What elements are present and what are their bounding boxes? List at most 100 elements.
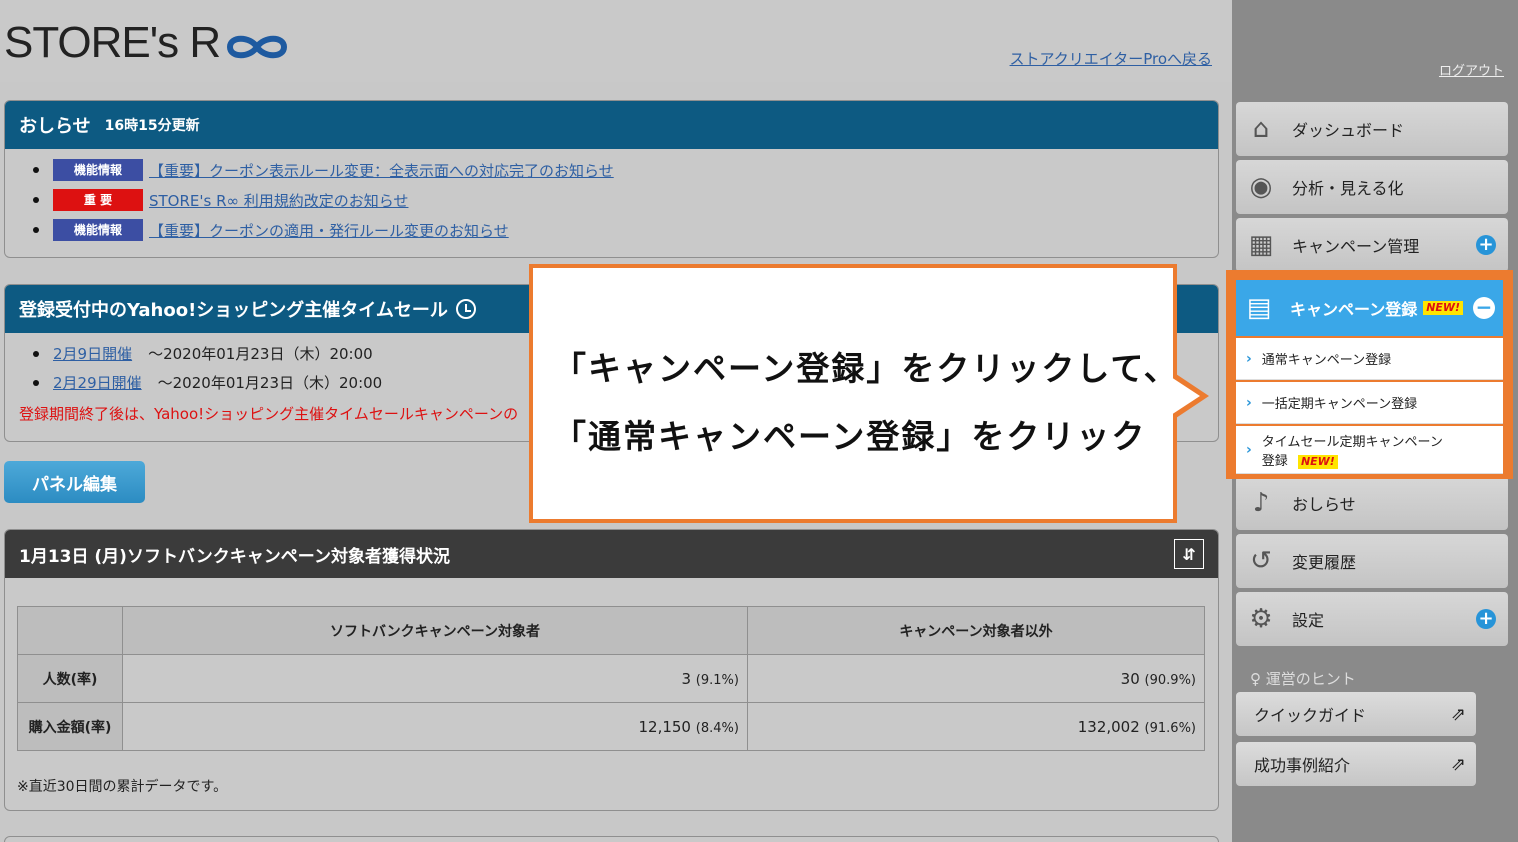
chevron-right-icon: ›: [1246, 394, 1252, 411]
bullet-icon: [33, 227, 39, 233]
collapse-minus-icon[interactable]: −: [1473, 297, 1495, 319]
campaign-register-highlight: ▤ キャンペーン登録 NEW! − › 通常キャンペーン登録 › 一括定期キャン…: [1226, 270, 1513, 479]
row-label: 人数(率): [17, 654, 123, 703]
callout-line-2: 「通常キャンペーン登録」をクリック: [553, 417, 1147, 456]
sidebar-item-analytics[interactable]: ◉ 分析・見える化: [1236, 160, 1508, 214]
sidebar-item-label: 分析・見える化: [1292, 179, 1404, 198]
sidebar-item-settings[interactable]: ⚙ 設定 +: [1236, 592, 1508, 646]
eye-icon: ◉: [1249, 172, 1273, 202]
lightbulb-icon: ♀: [1250, 670, 1261, 688]
new-badge: NEW!: [1423, 301, 1464, 315]
cell-value: 12,150: [638, 717, 691, 736]
cell-rate: (91.6%): [1144, 720, 1196, 736]
submenu-normal-campaign-register[interactable]: › 通常キャンペーン登録: [1236, 338, 1503, 380]
sort-toggle-button[interactable]: ⇵: [1174, 539, 1204, 569]
hints-title-text: 運営のヒント: [1265, 670, 1356, 688]
timesale-link[interactable]: 2月29日開催: [53, 372, 142, 393]
table-corner: [17, 606, 123, 655]
new-badge: NEW!: [1297, 454, 1338, 469]
house-icon: ⌂: [1252, 114, 1270, 144]
timesale-link[interactable]: 2月9日開催: [53, 343, 132, 364]
gear-icon: ⚙: [1249, 604, 1273, 634]
hint-success-stories[interactable]: 成功事例紹介 ⇗: [1236, 742, 1476, 786]
news-tag: 重 要: [53, 189, 143, 211]
news-tag: 機能情報: [53, 219, 143, 241]
sidebar-item-label: おしらせ: [1292, 495, 1356, 514]
table-row: 人数(率) 3 (9.1%) 30 (90.9%): [17, 654, 1206, 703]
sidebar-item-label: 設定: [1292, 611, 1325, 630]
table-row: 購入金額(率) 12,150 (8.4%) 132,002 (91.6%): [17, 702, 1206, 751]
sidebar-item-label: キャンペーン管理: [1292, 237, 1420, 256]
sidebar-item-label: 変更履歴: [1292, 553, 1357, 572]
sidebar-item-dashboard[interactable]: ⌂ ダッシュボード: [1236, 102, 1508, 156]
column-header: キャンペーン対象者以外: [746, 606, 1206, 655]
softbank-panel: 1月13日 (月)ソフトバンクキャンペーン対象者獲得状況 ⇵ ソフトバンクキャン…: [4, 529, 1219, 811]
table-note: ※直近30日間の累計データです。: [17, 779, 228, 795]
softbank-title: 1月13日 (月)ソフトバンクキャンペーン対象者獲得状況: [19, 546, 450, 567]
history-icon: ↺: [1250, 546, 1272, 576]
sidebar-item-campaign-register[interactable]: ▤ キャンペーン登録 NEW! −: [1236, 280, 1503, 336]
hint-quick-guide[interactable]: クイックガイド ⇗: [1236, 692, 1476, 736]
news-link[interactable]: STORE's R∞ 利用規約改定のお知らせ: [149, 190, 408, 211]
sidebar-item-campaign-management[interactable]: ▦ キャンペーン管理 +: [1236, 218, 1508, 272]
submenu-label: 一括定期キャンペーン登録: [1261, 397, 1418, 412]
news-header: おしらせ 16時15分更新: [5, 101, 1218, 149]
sidebar-item-label: キャンペーン登録: [1290, 300, 1418, 319]
timesale-deadline: 〜2020年01月23日（木）20:00: [148, 345, 373, 363]
calendar-icon: ▦: [1248, 230, 1274, 260]
submenu-label-wrap: タイムセール定期キャンペーン 登録 NEW!: [1262, 431, 1443, 469]
logout-link[interactable]: ログアウト: [1439, 60, 1504, 79]
table-cell: 12,150 (8.4%): [122, 702, 748, 751]
submenu-label: 登録: [1261, 453, 1288, 469]
bullet-icon: [33, 379, 39, 386]
softbank-table: ソフトバンクキャンペーン対象者 キャンペーン対象者以外 人数(率) 3 (9.1…: [17, 606, 1206, 751]
callout-line-1: 「キャンペーン登録」をクリックして、: [553, 349, 1179, 388]
news-title: おしらせ: [19, 116, 91, 137]
panel-edit-button[interactable]: パネル編集: [4, 461, 145, 503]
submenu-label: タイムセール定期キャンペーン: [1261, 434, 1443, 450]
bullet-icon: [33, 167, 39, 173]
hint-label: クイックガイド: [1254, 706, 1367, 725]
news-link[interactable]: 【重要】クーポンの適用・発行ルール変更のお知らせ: [149, 220, 509, 241]
infinity-logo-icon: [227, 35, 288, 59]
bullet-icon: [33, 350, 39, 357]
news-list: 機能情報 【重要】クーポン表示ルール変更：全表示面への対応完了のお知らせ 重 要S…: [5, 149, 1218, 245]
chevron-right-icon: ›: [1246, 441, 1252, 458]
table-cell: 3 (9.1%): [122, 654, 748, 703]
cell-value: 30: [1120, 669, 1140, 688]
news-link[interactable]: 【重要】クーポン表示ルール変更：全表示面への対応完了のお知らせ: [149, 160, 614, 181]
logo: STORE's R: [4, 18, 292, 68]
next-panel: [4, 836, 1219, 842]
submenu-label: 通常キャンペーン登録: [1261, 353, 1392, 368]
clock-icon: [455, 299, 476, 319]
callout-arrow-fill: [1171, 377, 1200, 415]
external-link-icon: ⇗: [1450, 703, 1466, 725]
news-updated: 16時15分更新: [104, 118, 200, 134]
expand-plus-icon[interactable]: +: [1476, 609, 1496, 629]
instruction-callout: 「キャンペーン登録」をクリックして、 「通常キャンペーン登録」をクリック: [529, 264, 1177, 523]
header: STORE's R ストアクリエイターProへ戻る: [0, 0, 1232, 82]
hints-title: ♀ 運営のヒント: [1250, 668, 1356, 689]
submenu-bulk-periodic-campaign-register[interactable]: › 一括定期キャンペーン登録: [1236, 382, 1503, 424]
sidebar-item-label: ダッシュボード: [1292, 121, 1405, 140]
chevron-right-icon: ›: [1246, 350, 1252, 367]
logo-text: STORE's R: [4, 18, 221, 67]
submenu-timesale-campaign-register[interactable]: › タイムセール定期キャンペーン 登録 NEW!: [1236, 426, 1503, 474]
news-tag: 機能情報: [53, 159, 143, 181]
list-item: 重 要 STORE's R∞ 利用規約改定のお知らせ: [33, 185, 1218, 215]
cell-rate: (9.1%): [695, 672, 739, 688]
sidebar-item-news[interactable]: ♪ おしらせ: [1236, 476, 1508, 530]
document-add-icon: ▤: [1246, 293, 1272, 323]
expand-plus-icon[interactable]: +: [1476, 235, 1496, 255]
timesale-deadline: 〜2020年01月23日（木）20:00: [157, 374, 383, 392]
bell-icon: ♪: [1252, 488, 1270, 518]
external-link-icon: ⇗: [1450, 753, 1466, 775]
list-item: 機能情報 【重要】クーポンの適用・発行ルール変更のお知らせ: [33, 215, 1218, 245]
table-cell: 30 (90.9%): [746, 654, 1206, 703]
cell-rate: (8.4%): [695, 720, 739, 736]
back-to-store-creator-link[interactable]: ストアクリエイターProへ戻る: [1010, 48, 1212, 69]
cell-value: 132,002: [1077, 717, 1140, 736]
sidebar-item-history[interactable]: ↺ 変更履歴: [1236, 534, 1508, 588]
cell-value: 3: [681, 669, 691, 688]
table-cell: 132,002 (91.6%): [746, 702, 1206, 751]
